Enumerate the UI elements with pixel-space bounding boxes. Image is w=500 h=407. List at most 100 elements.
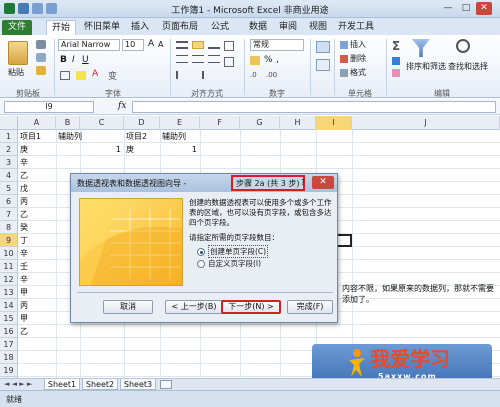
insert-cells-icon[interactable] (340, 41, 348, 49)
decrease-decimal-icon[interactable]: .00 (266, 71, 277, 79)
undo-icon[interactable] (32, 3, 43, 14)
cut-icon[interactable] (36, 40, 46, 49)
cell-e2[interactable]: 1 (160, 143, 200, 156)
cell-a9[interactable]: 丁 (18, 234, 56, 247)
insert-cells-button[interactable]: 插入 (350, 39, 366, 50)
row-header-15[interactable]: 15 (0, 312, 18, 325)
clear-icon[interactable] (392, 69, 400, 77)
shrink-font-icon[interactable]: A (158, 40, 163, 49)
find-select-icon[interactable] (456, 39, 470, 53)
row-header-1[interactable]: 1 (0, 130, 18, 143)
cell-c2[interactable]: 1 (80, 143, 124, 156)
cell-a11[interactable]: 壬 (18, 260, 56, 273)
fill-color-icon[interactable] (76, 71, 86, 80)
formula-input[interactable] (132, 101, 496, 113)
comma-icon[interactable]: , (276, 55, 279, 65)
minimize-button[interactable]: — (440, 2, 456, 15)
cell-a5[interactable]: 戊 (18, 182, 56, 195)
cell-e1[interactable]: 辅助列 (160, 130, 200, 143)
tab-developer[interactable]: 开发工具 (336, 20, 376, 35)
tab-home[interactable]: 开始 (46, 20, 76, 35)
font-color-icon[interactable]: A (92, 69, 98, 79)
row-header-9[interactable]: 9 (0, 234, 18, 247)
next-button[interactable]: 下一步(N) > (221, 300, 281, 314)
cell-a2[interactable]: 庚 (18, 143, 56, 156)
tab-formulas[interactable]: 公式 (208, 20, 232, 35)
row-header-2[interactable]: 2 (0, 143, 18, 156)
new-sheet-icon[interactable] (160, 380, 172, 389)
delete-cells-icon[interactable] (340, 55, 348, 63)
align-right-icon[interactable] (208, 55, 220, 63)
phonetic-icon[interactable]: 变 (108, 69, 117, 82)
tab-page-layout[interactable]: 页面布局 (160, 20, 200, 35)
fill-icon[interactable] (392, 57, 400, 65)
cell-d2[interactable]: 庚 (124, 143, 160, 156)
wrap-text-icon[interactable] (224, 41, 234, 51)
sheet-scroll-arrows-icon[interactable]: ◄ ◄ ► ► (4, 380, 32, 388)
table-format-icon[interactable] (316, 59, 330, 71)
maximize-button[interactable]: □ (458, 2, 474, 15)
row-header-19[interactable]: 19 (0, 364, 18, 377)
conditional-format-icon[interactable] (316, 41, 330, 53)
cell-a3[interactable]: 辛 (18, 156, 56, 169)
cell-a19[interactable] (18, 364, 56, 377)
insert-function-icon[interactable]: fx (118, 101, 126, 111)
delete-cells-button[interactable]: 删除 (350, 53, 366, 64)
name-box[interactable]: I9 (4, 101, 94, 113)
row-header-3[interactable]: 3 (0, 156, 18, 169)
row-header-12[interactable]: 12 (0, 273, 18, 286)
cell-a18[interactable] (18, 351, 56, 364)
cell-a17[interactable] (18, 338, 56, 351)
find-select-button[interactable]: 查找和选择 (448, 61, 496, 72)
borders-icon[interactable] (60, 71, 70, 80)
increase-indent-icon[interactable] (192, 71, 204, 79)
close-button[interactable]: ✕ (476, 2, 492, 15)
cell-a6[interactable]: 丙 (18, 195, 56, 208)
tab-classic-menu[interactable]: 怀旧菜单 (82, 20, 122, 35)
row-header-13[interactable]: 13 (0, 286, 18, 299)
autosum-icon[interactable]: Σ (392, 39, 400, 53)
cell-a13[interactable]: 甲 (18, 286, 56, 299)
increase-decimal-icon[interactable]: .0 (250, 71, 257, 79)
format-painter-icon[interactable] (36, 66, 46, 75)
dialog-help-button[interactable]: ? (296, 177, 310, 189)
cell-a4[interactable]: 乙 (18, 169, 56, 182)
option-single-page-field[interactable]: 创建单页字段(C) (197, 245, 269, 258)
sort-filter-icon[interactable] (412, 39, 430, 57)
decrease-indent-icon[interactable] (176, 71, 188, 79)
row-header-16[interactable]: 16 (0, 325, 18, 338)
cell-a15[interactable]: 甲 (18, 312, 56, 325)
percent-icon[interactable]: % (264, 55, 273, 65)
row-header-6[interactable]: 6 (0, 195, 18, 208)
cell-a12[interactable]: 辛 (18, 273, 56, 286)
align-left-icon[interactable] (176, 55, 188, 63)
tab-review[interactable]: 审阅 (276, 20, 300, 35)
format-cells-button[interactable]: 格式 (350, 67, 366, 78)
font-size-combo[interactable]: 10 (122, 39, 144, 51)
tab-data[interactable]: 数据 (246, 20, 270, 35)
cell-a7[interactable]: 乙 (18, 208, 56, 221)
back-button[interactable]: < 上一步(B) (165, 300, 223, 314)
row-header-14[interactable]: 14 (0, 299, 18, 312)
sheet-tab-3[interactable]: Sheet3 (120, 379, 156, 390)
cancel-button[interactable]: 取消 (103, 300, 153, 314)
align-center-icon[interactable] (192, 55, 204, 63)
save-icon[interactable] (18, 3, 29, 14)
copy-icon[interactable] (36, 53, 46, 62)
sheet-tab-1[interactable]: Sheet1 (44, 379, 80, 390)
option-custom-page-field[interactable]: 自定义页字段(I) (197, 258, 261, 269)
merge-center-icon[interactable] (224, 57, 234, 67)
italic-icon[interactable]: I (72, 55, 75, 65)
row-header-17[interactable]: 17 (0, 338, 18, 351)
grow-font-icon[interactable]: A (148, 39, 154, 49)
row-header-7[interactable]: 7 (0, 208, 18, 221)
dialog-close-button[interactable]: ✕ (312, 176, 334, 189)
align-top-icon[interactable] (176, 41, 188, 49)
tab-insert[interactable]: 插入 (128, 20, 152, 35)
row-header-10[interactable]: 10 (0, 247, 18, 260)
row-header-18[interactable]: 18 (0, 351, 18, 364)
currency-icon[interactable] (250, 56, 260, 65)
cell-d1[interactable]: 项目2 (124, 130, 160, 143)
bold-icon[interactable]: B (60, 55, 67, 65)
cell-a10[interactable]: 辛 (18, 247, 56, 260)
